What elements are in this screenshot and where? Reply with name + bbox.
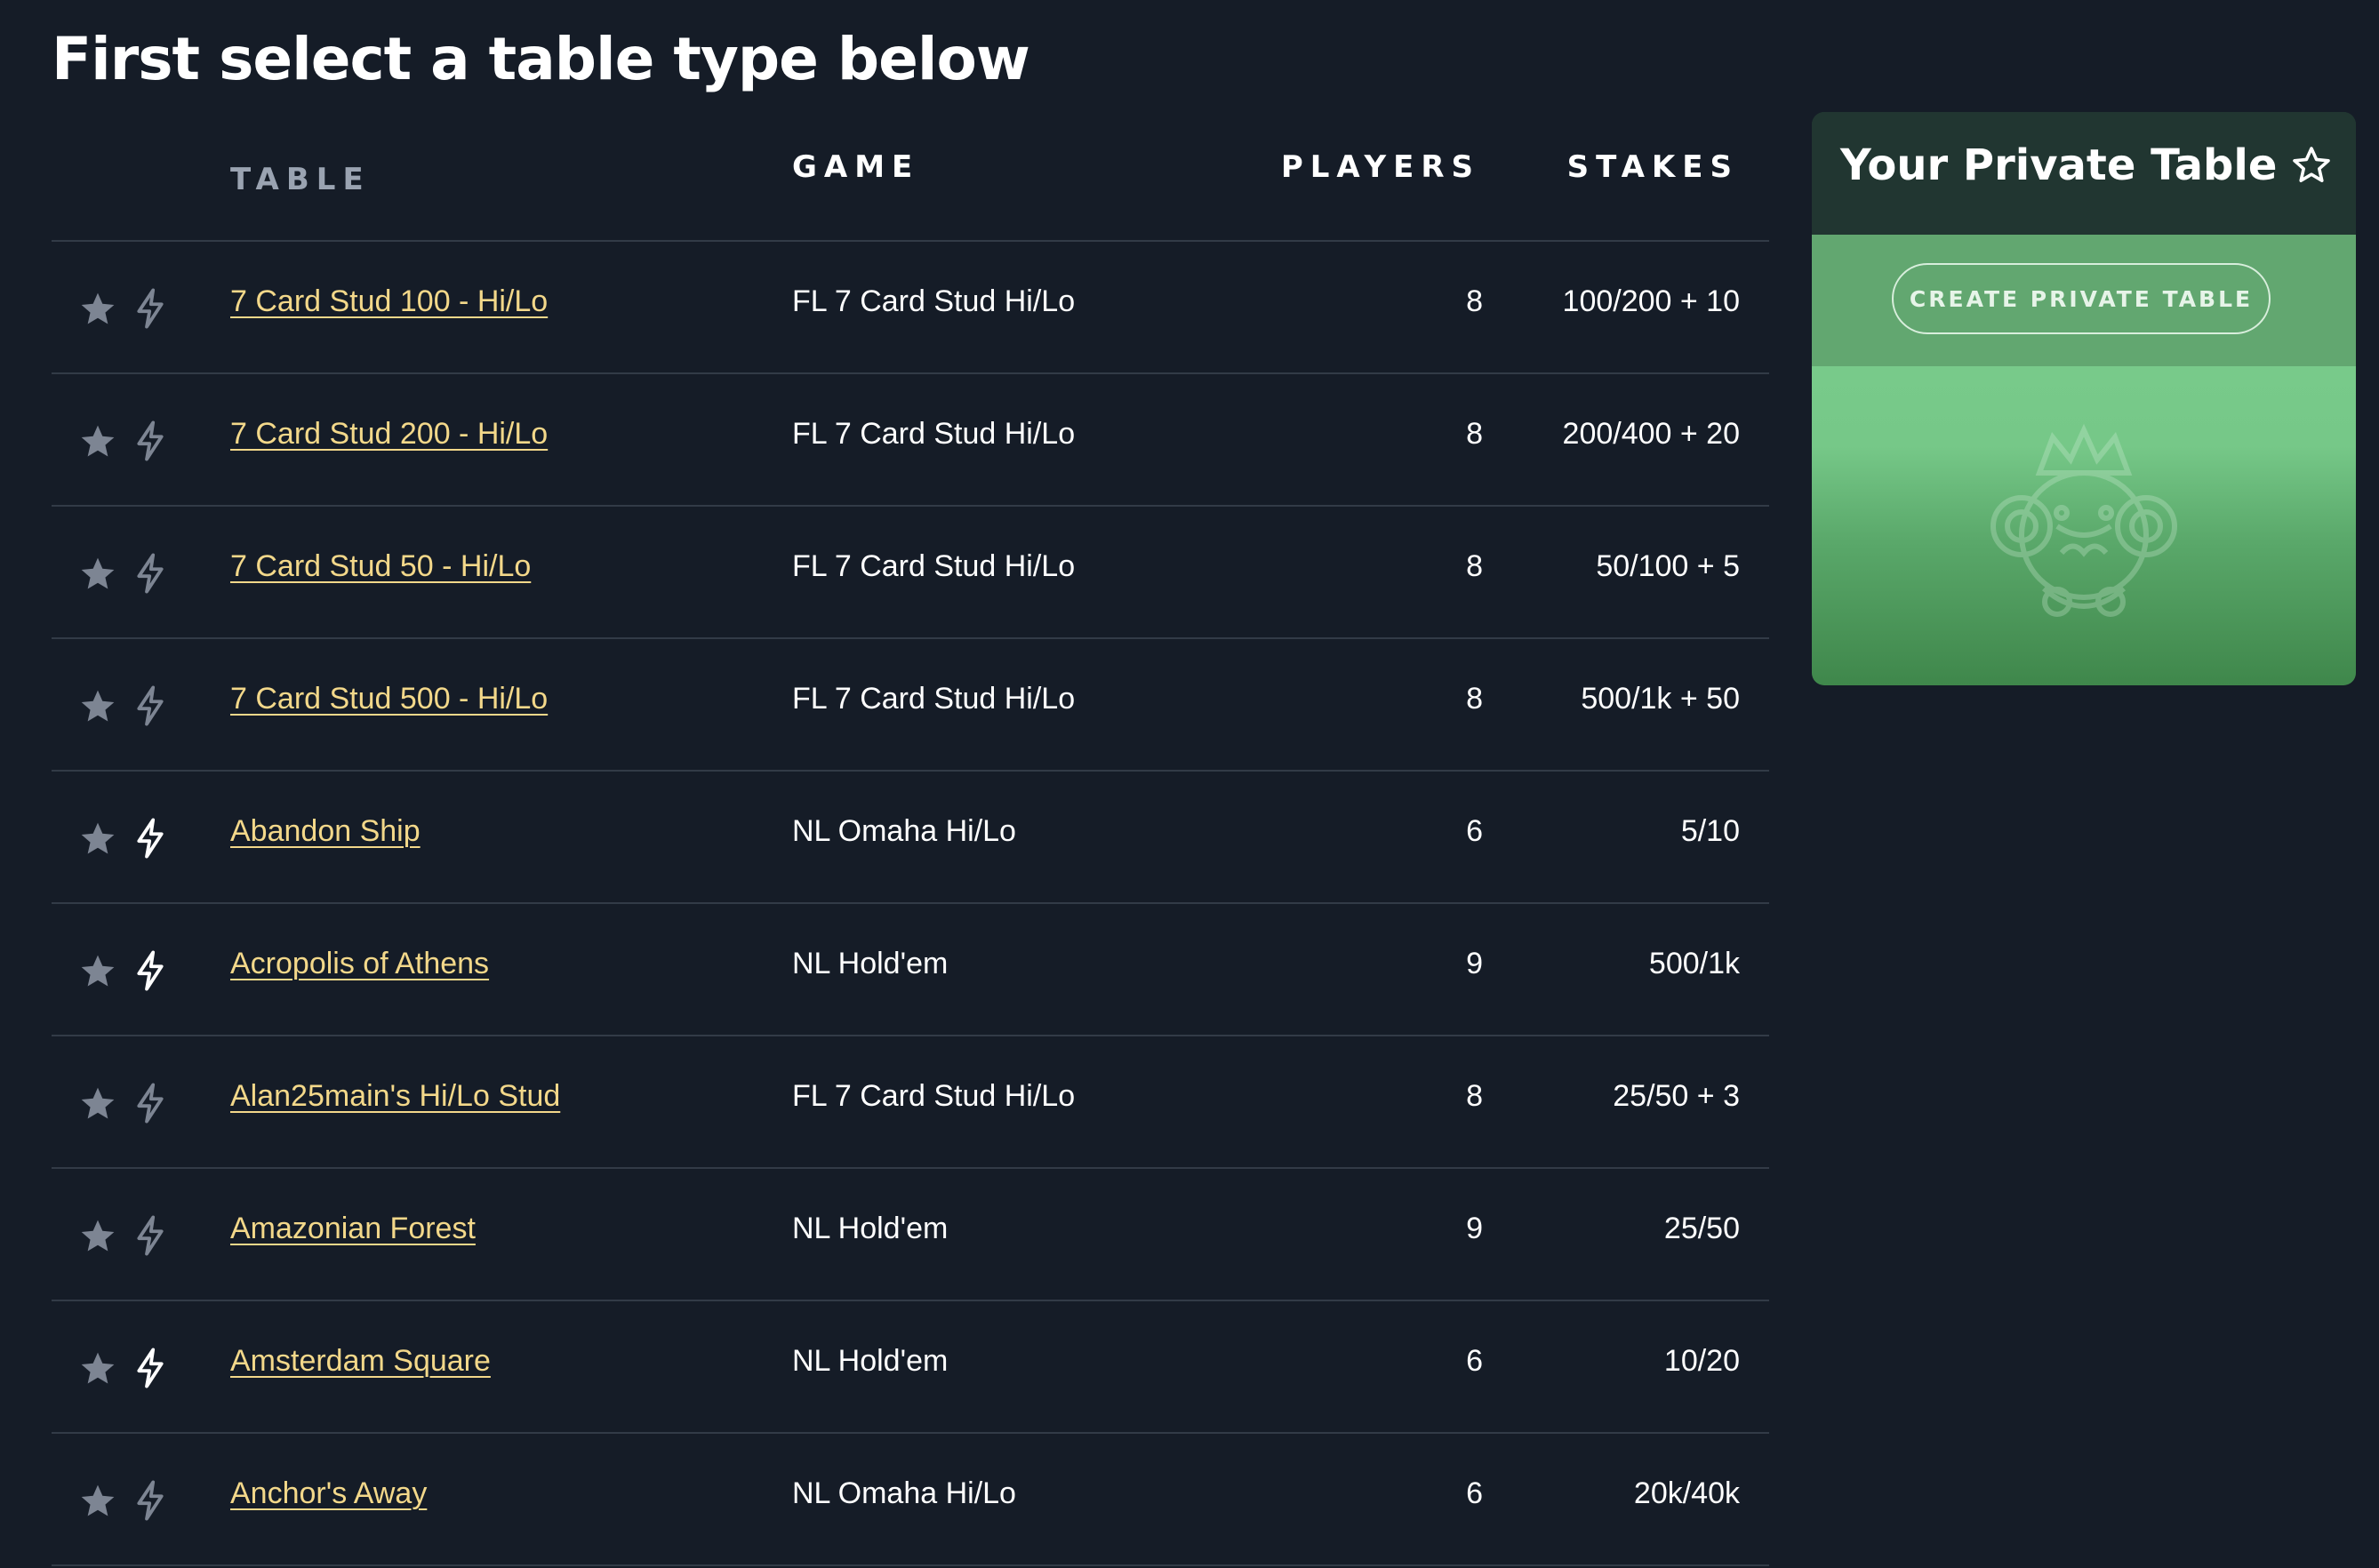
table-row[interactable]: 7 Card Stud 100 - Hi/Lo FL 7 Card Stud H…: [52, 242, 1769, 374]
table-row[interactable]: Anchor's Away NL Omaha Hi/Lo 6 20k/40k: [52, 1434, 1769, 1566]
private-table-card: Your Private Table CREATE PRIVATE TABLE: [1812, 112, 2356, 685]
game-type: NL Hold'em: [792, 1344, 949, 1378]
game-type: FL 7 Card Stud Hi/Lo: [792, 284, 1076, 318]
table-row[interactable]: 7 Card Stud 200 - Hi/Lo FL 7 Card Stud H…: [52, 374, 1769, 507]
lightning-bolt-icon: [137, 288, 164, 329]
star-icon[interactable]: [78, 555, 117, 594]
table-name-link[interactable]: 7 Card Stud 200 - Hi/Lo: [230, 417, 548, 452]
king-mascot-icon: [1991, 423, 2177, 617]
star-icon[interactable]: [78, 1349, 117, 1388]
lightning-bolt-icon: [137, 420, 164, 461]
private-table-action: CREATE PRIVATE TABLE: [1812, 235, 2356, 366]
table-row[interactable]: Amsterdam Square NL Hold'em 6 10/20: [52, 1301, 1769, 1434]
lightning-bolt-icon: [137, 818, 164, 859]
lightning-bolt-icon: [137, 950, 164, 991]
player-count: 8: [1466, 284, 1483, 318]
table-name-link[interactable]: 7 Card Stud 500 - Hi/Lo: [230, 682, 548, 716]
table-name-link[interactable]: Abandon Ship: [230, 814, 421, 849]
table-name-link[interactable]: Amsterdam Square: [230, 1344, 491, 1379]
player-count: 8: [1466, 1079, 1483, 1113]
table-row[interactable]: 7 Card Stud 500 - Hi/Lo FL 7 Card Stud H…: [52, 639, 1769, 772]
game-type: FL 7 Card Stud Hi/Lo: [792, 549, 1076, 583]
game-type: NL Omaha Hi/Lo: [792, 1476, 1016, 1510]
table-body: 7 Card Stud 100 - Hi/Lo FL 7 Card Stud H…: [52, 242, 1769, 1566]
game-type: FL 7 Card Stud Hi/Lo: [792, 1079, 1076, 1113]
create-private-table-button[interactable]: CREATE PRIVATE TABLE: [1892, 263, 2271, 334]
lightning-bolt-icon: [137, 553, 164, 594]
player-count: 6: [1466, 1476, 1483, 1510]
page-title: First select a table type below: [52, 25, 1030, 93]
star-icon[interactable]: [78, 422, 117, 461]
tables-list: TABLE GAME PLAYERS STAKES 7 Card Stud 10…: [52, 107, 1769, 1566]
private-table-art: [1812, 366, 2356, 685]
game-type: FL 7 Card Stud Hi/Lo: [792, 682, 1076, 716]
game-type: NL Omaha Hi/Lo: [792, 814, 1016, 848]
star-icon[interactable]: [78, 687, 117, 726]
star-icon[interactable]: [78, 1084, 117, 1124]
lightning-bolt-icon: [137, 1215, 164, 1256]
table-row[interactable]: Alan25main's Hi/Lo Stud FL 7 Card Stud H…: [52, 1036, 1769, 1169]
stakes-value: 25/50 + 3: [1613, 1079, 1740, 1113]
stakes-value: 200/400 + 20: [1562, 417, 1740, 451]
player-count: 8: [1466, 549, 1483, 583]
lightning-bolt-icon: [137, 685, 164, 726]
player-count: 8: [1466, 417, 1483, 451]
stakes-value: 100/200 + 10: [1562, 284, 1740, 318]
column-header-stakes[interactable]: STAKES: [1567, 149, 1739, 185]
stakes-value: 20k/40k: [1633, 1476, 1740, 1510]
player-count: 8: [1466, 682, 1483, 716]
game-type: FL 7 Card Stud Hi/Lo: [792, 417, 1076, 451]
stakes-value: 10/20: [1663, 1344, 1740, 1378]
table-name-link[interactable]: Amazonian Forest: [230, 1212, 476, 1246]
table-header: TABLE GAME PLAYERS STAKES: [52, 107, 1769, 242]
table-name-link[interactable]: 7 Card Stud 100 - Hi/Lo: [230, 284, 548, 319]
table-name-link[interactable]: Anchor's Away: [230, 1476, 427, 1511]
game-type: NL Hold'em: [792, 947, 949, 980]
column-header-table[interactable]: TABLE: [230, 162, 371, 197]
star-icon[interactable]: [78, 952, 117, 991]
player-count: 9: [1466, 947, 1483, 980]
player-count: 6: [1466, 1344, 1483, 1378]
lightning-bolt-icon: [137, 1348, 164, 1388]
table-row[interactable]: Acropolis of Athens NL Hold'em 9 500/1k: [52, 904, 1769, 1036]
column-header-players[interactable]: PLAYERS: [1281, 149, 1480, 185]
game-type: NL Hold'em: [792, 1212, 949, 1245]
star-icon[interactable]: [78, 820, 117, 859]
stakes-value: 25/50: [1663, 1212, 1740, 1245]
star-icon[interactable]: [78, 1217, 117, 1256]
private-table-title: Your Private Table: [1840, 140, 2278, 190]
column-header-game[interactable]: GAME: [792, 149, 919, 185]
table-row[interactable]: Abandon Ship NL Omaha Hi/Lo 6 5/10: [52, 772, 1769, 904]
player-count: 6: [1466, 814, 1483, 848]
stakes-value: 5/10: [1680, 814, 1740, 848]
lightning-bolt-icon: [137, 1083, 164, 1124]
lightning-bolt-icon: [137, 1480, 164, 1521]
player-count: 9: [1466, 1212, 1483, 1245]
star-icon[interactable]: [78, 1482, 117, 1521]
star-outline-icon[interactable]: [2290, 144, 2333, 187]
table-row[interactable]: Amazonian Forest NL Hold'em 9 25/50: [52, 1169, 1769, 1301]
star-icon[interactable]: [78, 290, 117, 329]
stakes-value: 50/100 + 5: [1596, 549, 1740, 583]
stakes-value: 500/1k + 50: [1581, 682, 1740, 716]
stakes-value: 500/1k: [1648, 947, 1740, 980]
table-name-link[interactable]: Acropolis of Athens: [230, 947, 489, 981]
table-name-link[interactable]: Alan25main's Hi/Lo Stud: [230, 1079, 560, 1114]
table-row[interactable]: 7 Card Stud 50 - Hi/Lo FL 7 Card Stud Hi…: [52, 507, 1769, 639]
table-name-link[interactable]: 7 Card Stud 50 - Hi/Lo: [230, 549, 531, 584]
private-table-header: Your Private Table: [1812, 112, 2356, 235]
